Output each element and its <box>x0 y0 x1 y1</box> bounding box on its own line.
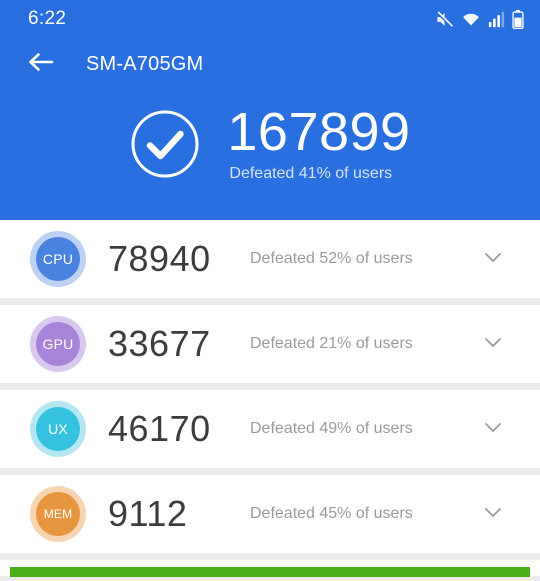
table-row[interactable]: MEM 9112 Defeated 45% of users <box>0 475 540 553</box>
mem-defeated-text: Defeated 45% of users <box>250 505 413 522</box>
status-bar-time: 6:22 <box>28 8 67 29</box>
status-bar-icons <box>435 9 524 29</box>
mute-icon <box>435 10 454 29</box>
gpu-defeated-text: Defeated 21% of users <box>250 335 413 352</box>
table-row[interactable]: CPU 78940 Defeated 52% of users <box>0 220 540 298</box>
benchmark-rows-list: CPU 78940 Defeated 52% of users GPU 3367… <box>0 220 540 553</box>
total-score-texts: 167899 Defeated 41% of users <box>227 104 410 183</box>
chevron-down-icon <box>480 414 506 445</box>
gpu-badge-icon: GPU <box>30 316 86 372</box>
progress-bar <box>10 567 530 577</box>
back-arrow-icon <box>27 50 55 79</box>
wifi-icon <box>461 10 481 29</box>
status-bar: 6:22 <box>0 0 540 38</box>
gpu-expand-button[interactable] <box>476 327 510 361</box>
blue-header: 6:22 SM-A705GM 167899 Defeated 41% of us… <box>0 0 540 220</box>
ux-badge-icon: UX <box>30 401 86 457</box>
mem-badge-icon: MEM <box>30 486 86 542</box>
signal-icon <box>488 11 505 28</box>
gpu-score: 33677 <box>108 323 211 364</box>
ux-expand-button[interactable] <box>476 412 510 446</box>
cpu-defeated-text: Defeated 52% of users <box>250 250 413 267</box>
table-row[interactable]: UX 46170 Defeated 49% of users <box>0 390 540 468</box>
mem-badge-label: MEM <box>36 492 80 536</box>
cpu-expand-button[interactable] <box>476 242 510 276</box>
ux-badge-label: UX <box>36 407 80 451</box>
ux-score: 46170 <box>108 408 211 449</box>
chevron-down-icon <box>480 499 506 530</box>
total-score-defeated-text: Defeated 41% of users <box>229 165 393 182</box>
chevron-down-icon <box>480 329 506 360</box>
gpu-badge-label: GPU <box>36 322 80 366</box>
check-circle-icon <box>129 108 201 180</box>
chevron-down-icon <box>480 244 506 275</box>
back-button[interactable] <box>24 47 58 81</box>
bottom-partial-card[interactable] <box>0 560 540 577</box>
app-bar: SM-A705GM <box>0 38 540 90</box>
total-score-value: 167899 <box>227 102 411 162</box>
cpu-score: 78940 <box>108 238 211 279</box>
cpu-badge-label: CPU <box>36 237 80 281</box>
page-title: SM-A705GM <box>86 52 204 75</box>
total-score-block: 167899 Defeated 41% of users <box>0 104 540 183</box>
mem-expand-button[interactable] <box>476 497 510 531</box>
table-row[interactable]: GPU 33677 Defeated 21% of users <box>0 305 540 383</box>
battery-icon <box>512 9 524 29</box>
mem-score: 9112 <box>108 493 188 534</box>
cpu-badge-icon: CPU <box>30 231 86 287</box>
ux-defeated-text: Defeated 49% of users <box>250 420 413 437</box>
